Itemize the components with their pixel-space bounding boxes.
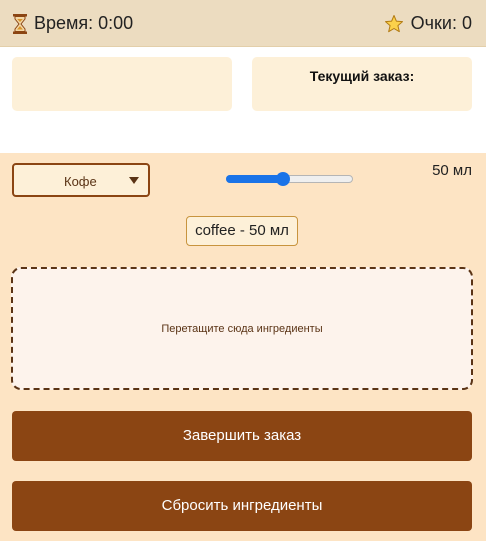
workspace-panel: Кофе 50 мл coffee - 50 мл Перетащите сюд… (0, 153, 486, 541)
dropzone-hint: Перетащите сюда ингредиенты (161, 323, 323, 335)
star-icon (384, 14, 403, 32)
top-bar: Время: 0:00 Очки: 0 (0, 0, 486, 47)
volume-slider-fill (226, 175, 284, 183)
timer-label: Время: 0:00 (34, 13, 134, 33)
reset-ingredients-button[interactable]: Сбросить ингредиенты (12, 481, 472, 531)
chevron-down-icon (129, 177, 139, 184)
order-info-area: Текущий заказ: (0, 47, 486, 153)
timer: Время: 0:00 (12, 13, 133, 34)
complete-order-button[interactable]: Завершить заказ (12, 411, 472, 461)
volume-readout: 50 мл (432, 162, 472, 179)
current-order-title: Текущий заказ: (309, 68, 415, 84)
score: Очки: 0 (384, 13, 472, 34)
ingredient-chip[interactable]: coffee - 50 мл (186, 216, 298, 246)
ingredient-dropzone[interactable]: Перетащите сюда ингредиенты (11, 267, 473, 390)
customer-card (12, 57, 232, 111)
ingredient-select-value: Кофе (64, 174, 97, 189)
current-order-card: Текущий заказ: (252, 57, 472, 111)
ingredient-select[interactable]: Кофе (12, 163, 150, 197)
hourglass-icon (13, 13, 27, 34)
volume-slider-thumb[interactable] (276, 172, 291, 186)
volume-slider[interactable] (226, 172, 353, 186)
score-label: Очки: 0 (410, 13, 472, 33)
